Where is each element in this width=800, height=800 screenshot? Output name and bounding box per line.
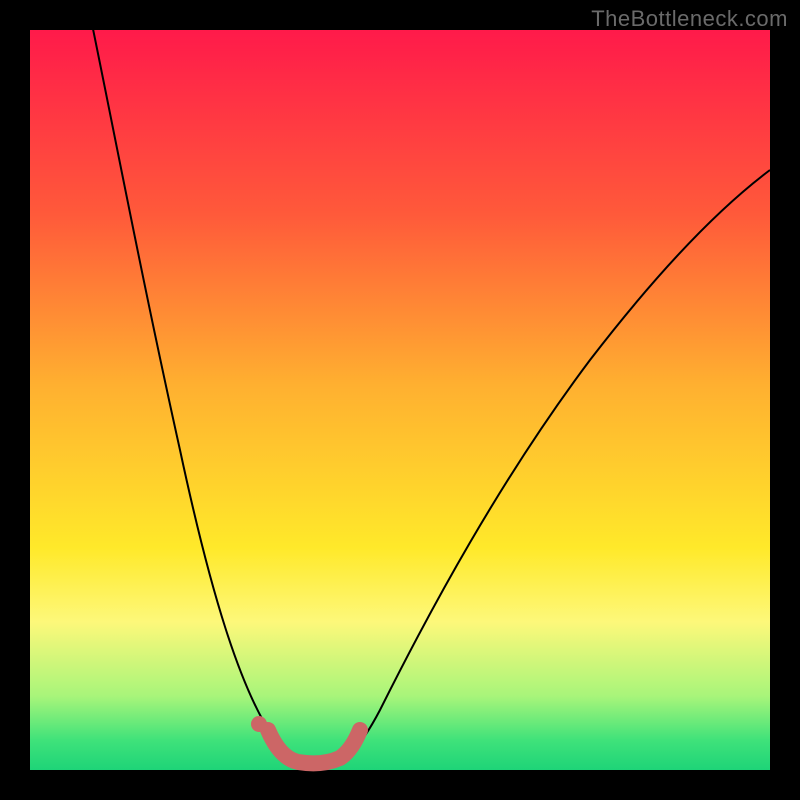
chart-svg	[30, 30, 770, 770]
highlight-valley-marker	[268, 730, 360, 763]
watermark-text: TheBottleneck.com	[591, 6, 788, 32]
bottleneck-curve	[85, 0, 770, 765]
chart-plot-area	[30, 30, 770, 770]
